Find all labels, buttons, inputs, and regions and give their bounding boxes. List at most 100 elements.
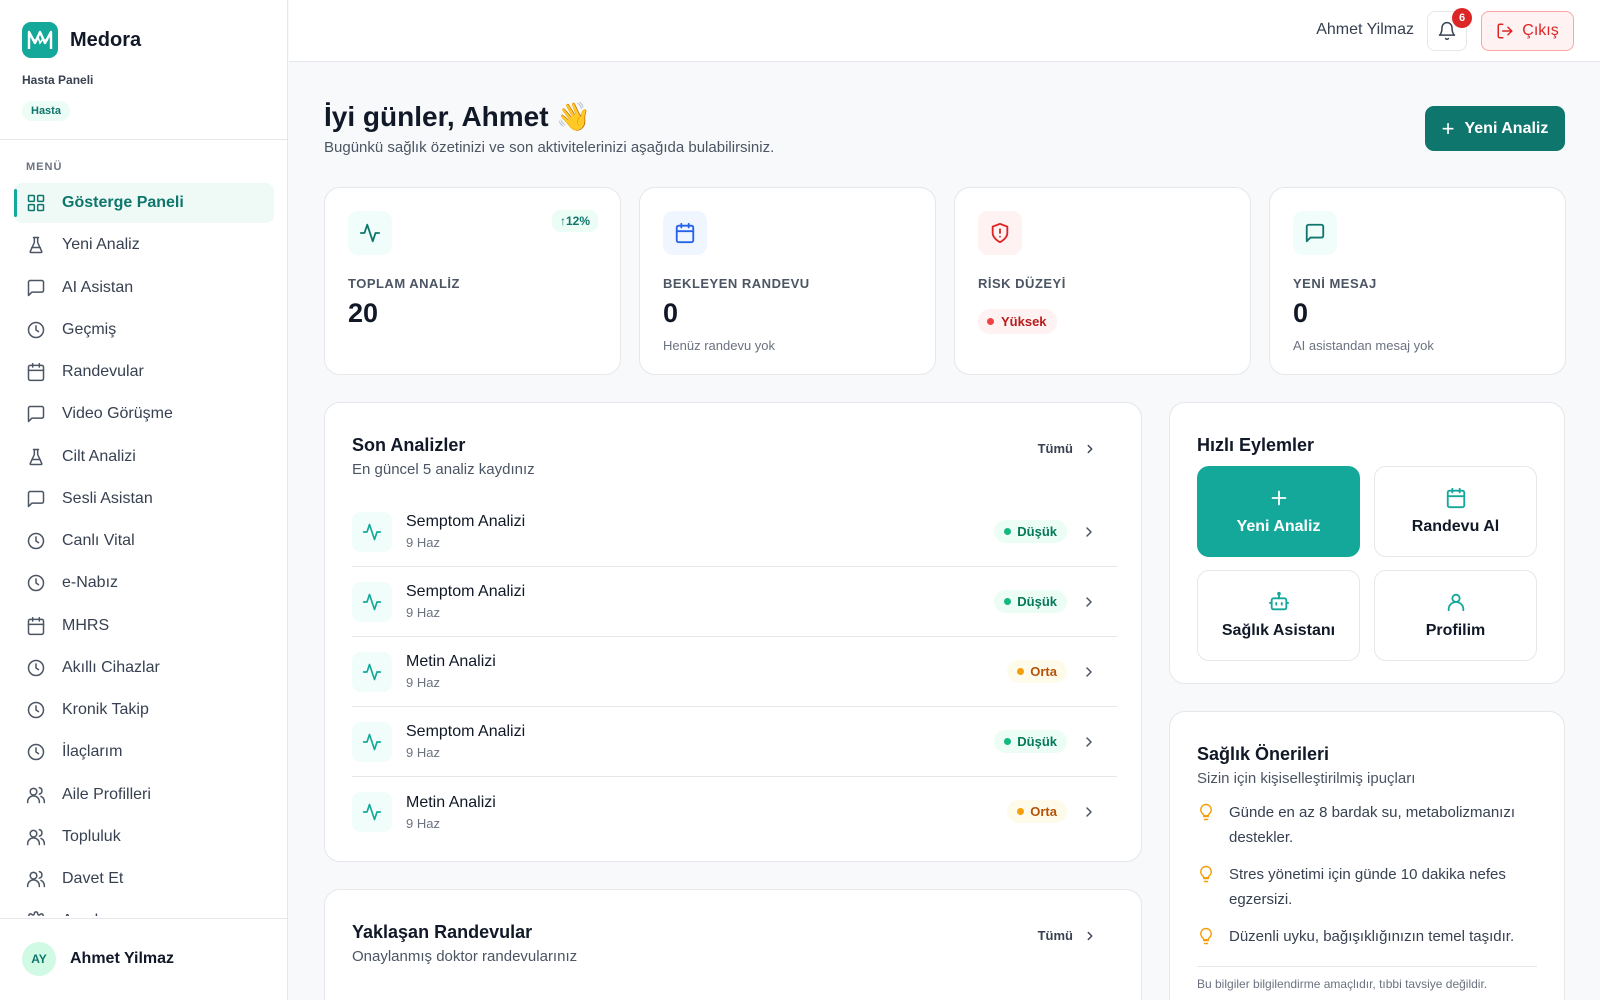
plus-icon: + [1441,115,1455,141]
flask-icon [29,237,43,254]
analysis-row[interactable]: Metin Analizi 9 Haz Orta [352,777,1117,847]
notifications-button[interactable]: 6 [1427,8,1472,51]
stat-card-new-messages[interactable]: YENİ MESAJ 0 AI asistandan mesaj yok [1269,187,1566,375]
sidebar-item-canli-vital[interactable]: Canlı Vital [14,521,274,561]
divider [0,139,287,140]
lightbulb-icon [1200,865,1212,883]
upcoming-appointments-card: Yaklaşan Randevular Onaylanmış doktor ra… [324,889,1142,1000]
sidebar: Medora Hasta Paneli Hasta MENÜ Gösterge … [0,0,288,1000]
menu-label: MENÜ [26,161,63,173]
activity-icon [352,792,392,832]
calendar-icon [27,362,45,382]
quick-new-analysis-button[interactable]: Yeni Analiz [1197,466,1360,557]
logout-icon [1497,23,1513,39]
status-dot [1017,808,1025,815]
tips-list: Günde en az 8 bardak su, metabolizmanızı… [1197,800,1537,961]
quick-profile-button[interactable]: Profilim [1374,570,1537,661]
card-subtitle: Sizin için kişiselleştirilmiş ipuçları [1197,770,1416,787]
sidebar-item-label: Yeni Analiz [62,236,140,254]
sidebar-item-label: AI Asistan [62,278,134,296]
risk-level-value: Yüksek [1001,314,1047,329]
chevron-right-icon[interactable] [1081,664,1097,680]
stat-value: 20 [348,298,379,328]
chevron-right-icon[interactable] [1081,524,1097,540]
risk-level-badge: Düşük [994,730,1067,753]
sidebar-item-aile-profilleri[interactable]: Aile Profilleri [14,775,274,815]
topbar: Ahmet Yilmaz 6 Çıkış [289,0,1600,62]
users-icon [26,870,46,888]
clock-icon [27,701,45,719]
stat-label: YENİ MESAJ [1293,276,1377,291]
sidebar-item-e-nabiz[interactable]: e-Nabız [14,563,274,603]
sidebar-item-label: Video Görüşme [62,405,173,423]
sidebar-item-ai-asistan[interactable]: AI Asistan [14,268,274,308]
sidebar-item-kronik-takip[interactable]: Kronik Takip [14,690,274,730]
logout-button[interactable]: Çıkış [1481,11,1574,51]
sidebar-item-label: Canlı Vital [62,532,135,549]
analysis-row[interactable]: Metin Analizi 9 Haz Orta [352,637,1117,707]
tip-item: Günde en az 8 bardak su, metabolizmanızı… [1197,800,1537,850]
view-all-link[interactable]: Tümü [1038,441,1097,456]
stat-subtext: Henüz randevu yok [663,338,776,353]
sidebar-item-label: Gösterge Paneli [62,194,184,211]
tip-item: Düzenli uyku, bağışıklığınızın temel taş… [1197,924,1537,949]
divider [1197,966,1537,967]
quick-actions-card: Hızlı Eylemler Yeni Analiz Randevu Al Sa… [1169,402,1565,684]
sidebar-item-ayarlar[interactable]: Ayarlar [14,901,274,916]
role-badge: Hasta [22,101,70,121]
card-subtitle: Onaylanmış doktor randevularınız [352,948,578,965]
chevron-right-icon[interactable] [1081,594,1097,610]
view-all-link[interactable]: Tümü [1038,928,1097,943]
sidebar-item-video-gorusme[interactable]: Video Görüşme [14,394,274,434]
quick-appointment-button[interactable]: Randevu Al [1374,466,1537,557]
chevron-right-icon[interactable] [1081,804,1097,820]
risk-level-badge: Yüksek [978,309,1057,334]
sidebar-item-yeni-analiz[interactable]: Yeni Analiz [14,225,274,265]
chevron-right-icon[interactable] [1081,734,1097,750]
trend-badge: ↑12% [551,210,598,232]
analysis-title: Semptom Analizi [406,513,526,530]
stat-card-risk-level[interactable]: RİSK DÜZEYİ Yüksek [954,187,1251,375]
sidebar-item-cilt-analizi[interactable]: Cilt Analizi [14,437,274,477]
sidebar-item-ilaclarim[interactable]: İlaçlarım [14,732,274,772]
sidebar-user[interactable]: AY Ahmet Yilmaz [22,942,174,976]
chat-icon [27,490,45,507]
sidebar-item-label: Topluluk [62,827,121,845]
quick-health-assistant-button[interactable]: Sağlık Asistanı [1197,570,1360,661]
calendar-icon [27,616,45,635]
card-title: Son Analizler [352,435,466,455]
logout-label: Çıkış [1522,22,1559,39]
sidebar-item-label: Ayarlar [62,912,112,916]
sidebar-item-label: e-Nabız [62,574,119,592]
card-title: Hızlı Eylemler [1197,435,1315,455]
quick-action-label: Profilim [1425,622,1486,639]
sidebar-item-topluluk[interactable]: Topluluk [14,817,274,857]
analysis-date: 9 Haz [406,675,440,690]
sidebar-item-sesli-asistan[interactable]: Sesli Asistan [14,479,274,519]
analysis-row[interactable]: Semptom Analizi 9 Haz Düşük [352,497,1117,567]
stat-card-total-analysis[interactable]: ↑12% TOPLAM ANALİZ 20 [324,187,621,375]
clock-icon [27,744,45,761]
tip-item: Stres yönetimi için günde 10 dakika nefe… [1197,862,1537,912]
status-dot [1004,528,1012,535]
new-analysis-button[interactable]: + Yeni Analiz [1425,106,1565,151]
sidebar-item-akilli-cihazlar[interactable]: Akıllı Cihazlar [14,648,274,688]
panel-label: Hasta Paneli [22,73,94,87]
chat-icon [27,279,45,296]
stat-label: TOPLAM ANALİZ [348,276,460,291]
sidebar-item-gecmis[interactable]: Geçmiş [14,310,274,350]
analysis-row[interactable]: Semptom Analizi 9 Haz Düşük [352,567,1117,637]
brand[interactable]: Medora [22,22,141,58]
activity-icon [352,721,392,762]
sidebar-item-davet-et[interactable]: Davet Et [14,859,274,899]
sidebar-item-randevular[interactable]: Randevular [14,352,274,392]
gear-icon [28,911,44,916]
analysis-row[interactable]: Semptom Analizi 9 Haz Düşük [352,707,1117,777]
activity-icon [348,211,392,255]
users-icon [26,828,46,845]
sidebar-item-gosterge-paneli[interactable]: Gösterge Paneli [14,183,274,223]
risk-level-value: Orta [1030,804,1057,819]
sidebar-item-mhrs[interactable]: MHRS [14,606,274,646]
status-dot [1017,668,1025,675]
stat-card-pending-appointments[interactable]: BEKLEYEN RANDEVU 0 Henüz randevu yok [639,187,936,375]
